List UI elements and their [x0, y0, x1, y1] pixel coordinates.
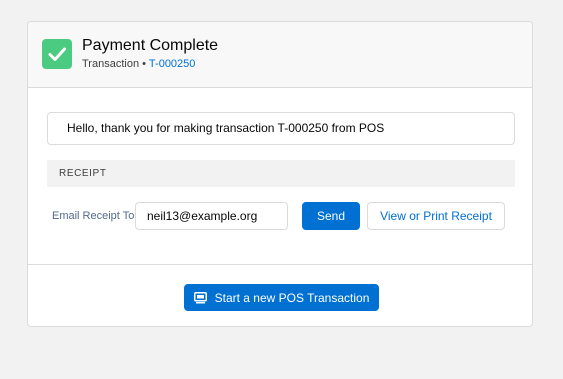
view-print-receipt-button[interactable]: View or Print Receipt: [367, 202, 505, 230]
start-new-pos-transaction-button[interactable]: Start a new POS Transaction: [184, 284, 379, 311]
page-title: Payment Complete: [82, 37, 219, 54]
send-receipt-button[interactable]: Send: [302, 202, 360, 230]
transaction-subtitle: Transaction • T-000250: [82, 58, 195, 70]
subtitle-prefix: Transaction: [82, 58, 140, 70]
payment-complete-card: Payment Complete Transaction • T-000250 He…: [27, 21, 533, 327]
thank-you-message: Hello, thank you for making transaction …: [47, 112, 515, 145]
receipt-section-header: RECEIPT: [47, 160, 515, 187]
email-receipt-label: Email Receipt To: [52, 210, 135, 222]
footer-divider: [28, 264, 532, 265]
card-header: Payment Complete Transaction • T-000250: [28, 22, 532, 88]
email-receipt-input[interactable]: [135, 202, 288, 230]
check-icon: [42, 39, 72, 69]
transaction-link[interactable]: T-000250: [149, 58, 195, 70]
pos-terminal-icon: [193, 291, 207, 304]
start-new-pos-transaction-label: Start a new POS Transaction: [214, 290, 370, 305]
subtitle-separator: •: [142, 58, 146, 70]
